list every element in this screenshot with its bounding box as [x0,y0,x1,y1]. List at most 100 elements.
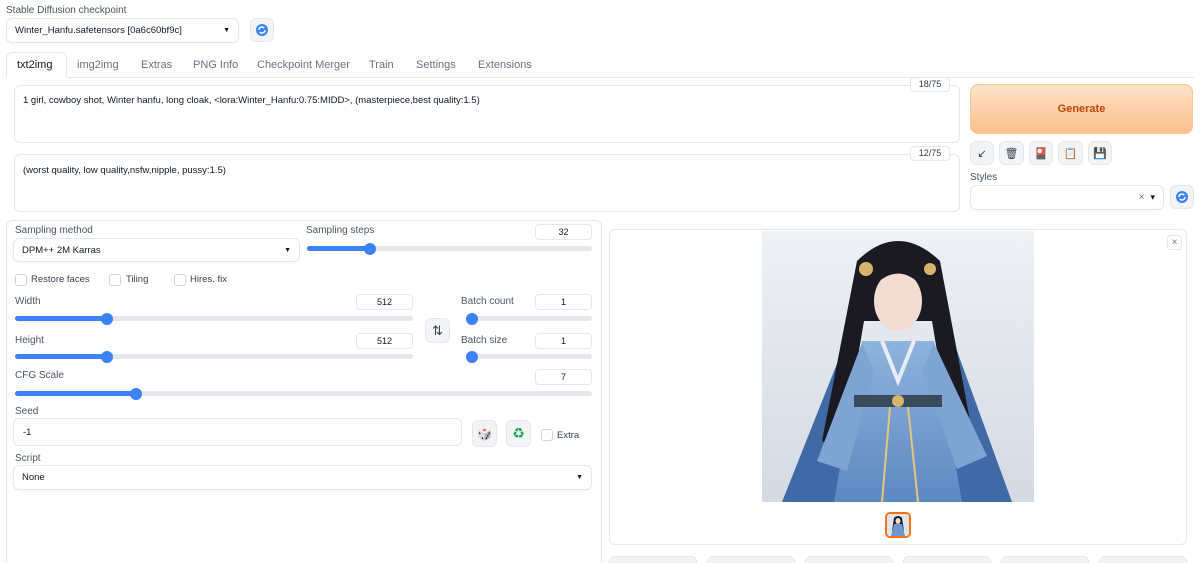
trash-icon[interactable]: 🗑 [999,141,1024,165]
checkpoint-select[interactable]: Winter_Hanfu.safetensors [0a6c60bf9c] ▼ [6,18,239,43]
checkpoint-label: Stable Diffusion checkpoint [6,5,127,16]
output-action-button-2[interactable] [707,556,795,563]
save-glyph: 💾 [1093,147,1107,160]
slider-thumb[interactable] [130,387,143,400]
height-slider[interactable] [15,350,413,363]
hires-fix-label: Hires. fix [190,274,227,285]
output-action-button-3[interactable] [805,556,893,563]
refresh-icon [256,24,268,36]
cfg-scale-label: CFG Scale [15,370,64,381]
batch-size-label: Batch size [461,335,508,346]
slider-fill [15,316,107,321]
arrow-down-left-icon[interactable]: ↙ [970,141,994,165]
reuse-seed-button[interactable]: ♻ [506,420,531,447]
slider-thumb[interactable] [100,312,113,325]
clipboard-icon[interactable]: 📋 [1058,141,1083,165]
slider-fill [15,354,107,359]
restore-faces-checkbox[interactable] [15,274,27,286]
swap-dimensions-button[interactable]: ⇅ [425,318,450,343]
thumbnail-art [887,514,909,536]
gallery-thumbnail[interactable] [885,512,911,538]
tab-checkpoint-merger[interactable]: Checkpoint Merger [257,59,350,71]
output-action-button-4[interactable] [903,556,991,563]
tab-settings[interactable]: Settings [416,59,456,71]
prompt-textarea[interactable]: 1 girl, cowboy shot, Winter hanfu, long … [14,85,960,143]
generated-image-art [762,231,1034,502]
slider-thumb[interactable] [100,350,113,363]
tab-extras[interactable]: Extras [141,59,172,71]
arrow-down-left-glyph: ↙ [977,147,987,160]
batch-count-slider[interactable] [466,312,592,325]
batch-count-input[interactable]: 1 [535,294,592,310]
batch-size-input[interactable]: 1 [535,333,592,349]
restore-faces-label: Restore faces [31,274,90,285]
sampling-steps-label: Sampling steps [306,225,375,236]
sampling-method-value: DPM++ 2M Karras [22,244,101,256]
dice-icon: 🎲 [477,426,492,441]
styles-refresh-button[interactable] [1170,185,1194,209]
checkpoint-refresh-button[interactable] [250,18,274,42]
chevron-down-icon: ▼ [284,246,291,254]
clear-icon[interactable]: × [1139,192,1145,203]
tiling-label: Tiling [126,274,149,285]
chevron-down-icon: ▼ [223,27,230,34]
tab-png-info[interactable]: PNG Info [193,59,238,71]
save-icon[interactable]: 💾 [1088,141,1112,165]
extra-label: Extra [557,430,580,441]
height-input[interactable]: 512 [356,333,413,349]
script-value: None [22,472,45,483]
batch-count-label: Batch count [461,296,514,307]
extra-checkbox[interactable] [541,429,553,441]
generate-button[interactable]: Generate [970,84,1193,134]
width-label: Width [15,296,41,307]
tab-divider [6,77,1194,78]
hires-fix-checkbox[interactable] [174,274,186,286]
generated-image[interactable] [762,231,1034,502]
output-action-button-5[interactable] [1001,556,1089,563]
slider-thumb[interactable] [363,242,376,255]
tiling-checkbox[interactable] [109,274,121,286]
negative-prompt-textarea[interactable]: (worst quality, low quality,nsfw,nipple,… [14,154,960,212]
chevron-down-icon: ▾ [1150,192,1155,202]
sampling-method-select[interactable]: DPM++ 2M Karras ▼ [13,238,300,262]
tab-extensions[interactable]: Extensions [478,59,532,71]
slider-fill [307,246,370,251]
tab-img2img[interactable]: img2img [77,59,119,71]
random-seed-button[interactable]: 🎲 [472,420,497,447]
prompt-text: 1 girl, cowboy shot, Winter hanfu, long … [23,95,480,106]
seed-value: -1 [23,426,32,438]
recycle-icon: ♻ [512,425,525,441]
trash-glyph: 🗑 [1004,147,1019,160]
cfg-scale-input[interactable]: 7 [535,369,592,385]
close-icon[interactable]: × [1167,235,1182,250]
red-card-icon[interactable]: 🎴 [1029,141,1053,165]
styles-select[interactable]: × ▾ [970,185,1164,210]
script-label: Script [15,453,41,464]
slider-thumb[interactable] [466,350,478,363]
sampling-steps-slider[interactable] [307,242,592,255]
width-slider[interactable] [15,312,413,325]
slider-thumb[interactable] [466,312,478,325]
negative-prompt-text: (worst quality, low quality,nsfw,nipple,… [23,165,226,176]
cfg-scale-slider[interactable] [15,387,592,400]
red-card-glyph: 🎴 [1034,147,1048,160]
output-action-button-1[interactable] [609,556,697,563]
height-label: Height [15,335,44,346]
refresh-icon [1176,191,1188,203]
tab-txt2img[interactable]: txt2img [17,59,52,71]
styles-label: Styles [970,172,998,183]
width-input[interactable]: 512 [356,294,413,310]
batch-size-slider[interactable] [466,350,592,363]
output-action-button-6[interactable] [1099,556,1187,563]
tab-train[interactable]: Train [369,59,394,71]
sampling-method-label: Sampling method [15,225,93,236]
sampling-steps-input[interactable]: 32 [535,224,592,240]
seed-input[interactable]: -1 [13,418,462,446]
slider-fill [15,391,137,396]
generate-label: Generate [1057,103,1106,115]
checkpoint-value: Winter_Hanfu.safetensors [0a6c60bf9c] [15,25,182,36]
script-select[interactable]: None ▼ [13,465,592,490]
seed-label: Seed [15,406,39,417]
swap-icon: ⇅ [432,322,443,338]
chevron-down-icon: ▼ [576,474,583,481]
